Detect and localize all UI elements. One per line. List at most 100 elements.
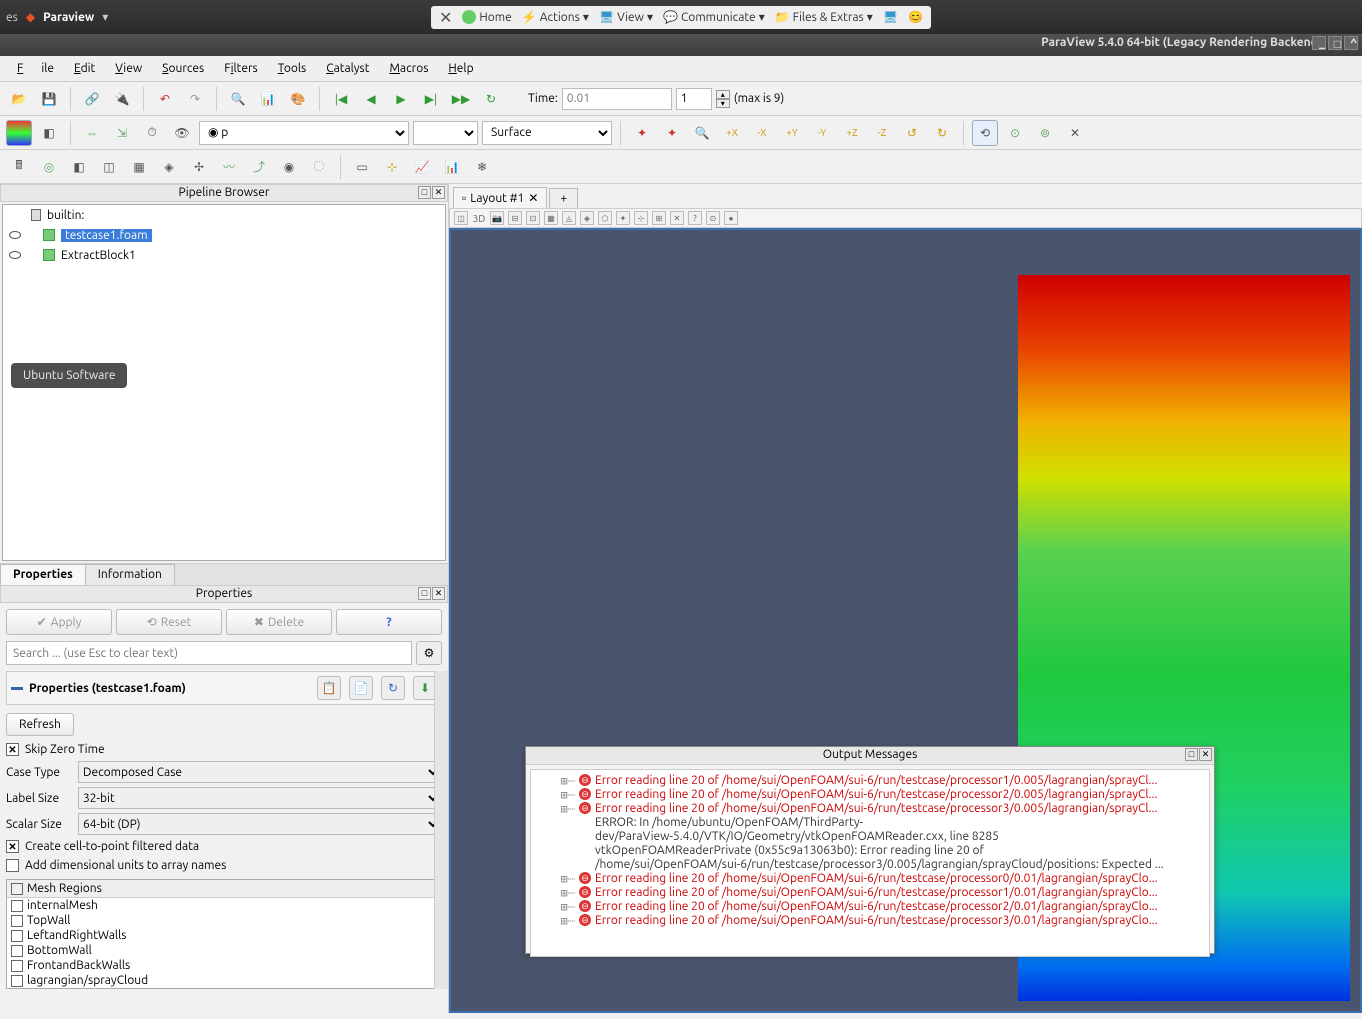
prev-frame-icon[interactable]: ◀: [358, 86, 384, 112]
slice-icon[interactable]: ◫: [96, 154, 122, 180]
menu-catalyst[interactable]: Catalyst: [317, 59, 378, 78]
undo-icon[interactable]: ↶: [152, 86, 178, 112]
notification-bubble[interactable]: Ubuntu Software: [11, 363, 127, 388]
pipeline-item-1[interactable]: testcase1.foam: [3, 225, 445, 245]
threshold-icon[interactable]: ▦: [126, 154, 152, 180]
menu-macros[interactable]: Macros: [380, 59, 437, 78]
selection-icon[interactable]: ▭: [349, 154, 375, 180]
close-tab-icon[interactable]: ✕: [528, 191, 538, 205]
connect-icon[interactable]: 🔗: [79, 86, 105, 112]
open-icon[interactable]: 📂: [6, 86, 32, 112]
extract-block-icon[interactable]: ◌: [306, 154, 332, 180]
monitor-icon[interactable]: 🖥: [883, 10, 898, 24]
refresh-button[interactable]: Refresh: [6, 713, 74, 736]
mesh-region-row[interactable]: lagrangian/sprayCloud: [7, 973, 441, 988]
label-size-select[interactable]: 32-bit: [78, 787, 442, 809]
stream-icon[interactable]: 〰: [216, 154, 242, 180]
rescale-icon[interactable]: ⇔: [79, 120, 105, 146]
mesh-regions-list[interactable]: Mesh Regions internalMeshTopWallLeftandR…: [6, 879, 442, 989]
pipeline-close-icon[interactable]: ✕: [432, 186, 445, 199]
copy-icon[interactable]: 📋: [317, 676, 341, 700]
pipeline-root[interactable]: builtin:: [3, 205, 445, 225]
calculator-icon[interactable]: 🖩: [6, 154, 32, 180]
sel-poly-icon[interactable]: ⬠: [598, 211, 612, 225]
time-spin-down[interactable]: ▾: [716, 99, 730, 108]
add-layout-button[interactable]: +: [549, 188, 578, 208]
pipeline-undock-icon[interactable]: □: [418, 186, 431, 199]
output-messages-window[interactable]: Output Messages □✕ ⊞┈⊖Error reading line…: [525, 746, 1215, 954]
mesh-region-row[interactable]: BottomWall: [7, 943, 441, 958]
group-icon[interactable]: ◉: [276, 154, 302, 180]
properties-search-input[interactable]: [6, 641, 412, 665]
extract-icon[interactable]: ◈: [156, 154, 182, 180]
color-legend-icon[interactable]: ◧: [36, 120, 62, 146]
pipeline-item-2[interactable]: ExtractBlock1: [3, 245, 445, 265]
menu-view[interactable]: View: [106, 59, 151, 78]
restore-icon[interactable]: ^: [1344, 36, 1358, 50]
color-editor-icon[interactable]: 🎨: [285, 86, 311, 112]
gear-icon[interactable]: ⚙: [416, 641, 442, 665]
time-spin-up[interactable]: ▴: [716, 90, 730, 99]
find-data-icon[interactable]: 🔍: [225, 86, 251, 112]
communicate-menu[interactable]: 💬Communicate ▾: [663, 10, 765, 24]
mesh-region-row[interactable]: FrontandBackWalls: [7, 958, 441, 973]
minimize-icon[interactable]: _: [1312, 36, 1326, 50]
clip-icon[interactable]: ◧: [66, 154, 92, 180]
cell-to-point-checkbox[interactable]: Create cell-to-point filtered data: [6, 837, 442, 856]
sel-cell-icon[interactable]: ▦: [544, 211, 558, 225]
maximize-view-icon[interactable]: ●: [724, 211, 738, 225]
view-menu[interactable]: 🖥View ▾: [599, 10, 653, 24]
axis-x-minus-icon[interactable]: ✦: [659, 120, 685, 146]
time-value-input[interactable]: [562, 88, 672, 110]
pipeline-browser[interactable]: builtin: testcase1.foam ExtractBlock1 Ub…: [2, 204, 446, 561]
split-h-icon[interactable]: ◫: [454, 211, 468, 225]
properties-close-icon[interactable]: ✕: [432, 587, 445, 600]
maximize-icon[interactable]: □: [1328, 36, 1342, 50]
case-type-select[interactable]: Decomposed Case: [78, 761, 442, 783]
reset-camera-icon[interactable]: ⟲: [972, 120, 998, 146]
scalar-size-select[interactable]: 64-bit (DP): [78, 813, 442, 835]
menu-help[interactable]: Help: [439, 59, 482, 78]
first-frame-icon[interactable]: |◀: [328, 86, 354, 112]
glyph-icon[interactable]: ✢: [186, 154, 212, 180]
clear-sel-icon[interactable]: ✕: [670, 211, 684, 225]
eye-icon[interactable]: [9, 251, 21, 259]
axis-nx-icon[interactable]: -X: [749, 120, 775, 146]
adjust-camera-icon[interactable]: ⊙: [706, 211, 720, 225]
representation-select[interactable]: Surface: [482, 121, 612, 145]
zoom-to-box-icon[interactable]: 🔍: [689, 120, 715, 146]
actions-menu[interactable]: ⚡Actions ▾: [522, 10, 589, 24]
zoom-closest-icon[interactable]: ⊚: [1032, 120, 1058, 146]
delete-button[interactable]: ✖ Delete: [226, 609, 332, 635]
menu-tools[interactable]: Tools: [269, 59, 316, 78]
reset-button[interactable]: ⟲ Reset: [116, 609, 222, 635]
save-icon[interactable]: 💾: [36, 86, 62, 112]
tab-information[interactable]: Information: [85, 564, 175, 585]
spreadsheet-icon[interactable]: ❄: [469, 154, 495, 180]
mesh-region-row[interactable]: LeftandRightWalls: [7, 928, 441, 943]
probe-icon[interactable]: ⊹: [379, 154, 405, 180]
home-button[interactable]: Home: [462, 10, 511, 24]
properties-section-header[interactable]: Properties (testcase1.foam) 📋 📄 ↻ ⬇: [6, 671, 442, 705]
menu-edit[interactable]: Edit: [65, 59, 104, 78]
reload-icon[interactable]: ↻: [381, 676, 405, 700]
redo-icon[interactable]: ↷: [182, 86, 208, 112]
axis-nz-icon[interactable]: -Z: [869, 120, 895, 146]
component-select[interactable]: [413, 121, 478, 145]
split-v-icon[interactable]: ⊟: [508, 211, 522, 225]
output-undock-icon[interactable]: □: [1185, 748, 1198, 761]
apply-button[interactable]: ✔ Apply: [6, 609, 112, 635]
interactive-sel-icon[interactable]: ✦: [616, 211, 630, 225]
hover-point-icon[interactable]: ⊹: [634, 211, 648, 225]
last-frame-icon[interactable]: ▶▶: [448, 86, 474, 112]
help-button[interactable]: ?: [336, 609, 442, 635]
rescale-visible-icon[interactable]: 👁: [169, 120, 195, 146]
layout-tab-1[interactable]: ▫ Layout #1 ✕: [453, 187, 547, 208]
color-by-solid-icon[interactable]: [6, 120, 32, 146]
output-close-icon[interactable]: ✕: [1199, 748, 1212, 761]
smiley-icon[interactable]: 😊: [908, 10, 923, 24]
plotline-icon[interactable]: 📈: [409, 154, 435, 180]
scalar-bar-icon[interactable]: 📊: [255, 86, 281, 112]
axis-x-plus-icon[interactable]: ✦: [629, 120, 655, 146]
mesh-region-row[interactable]: internalMesh: [7, 898, 441, 913]
